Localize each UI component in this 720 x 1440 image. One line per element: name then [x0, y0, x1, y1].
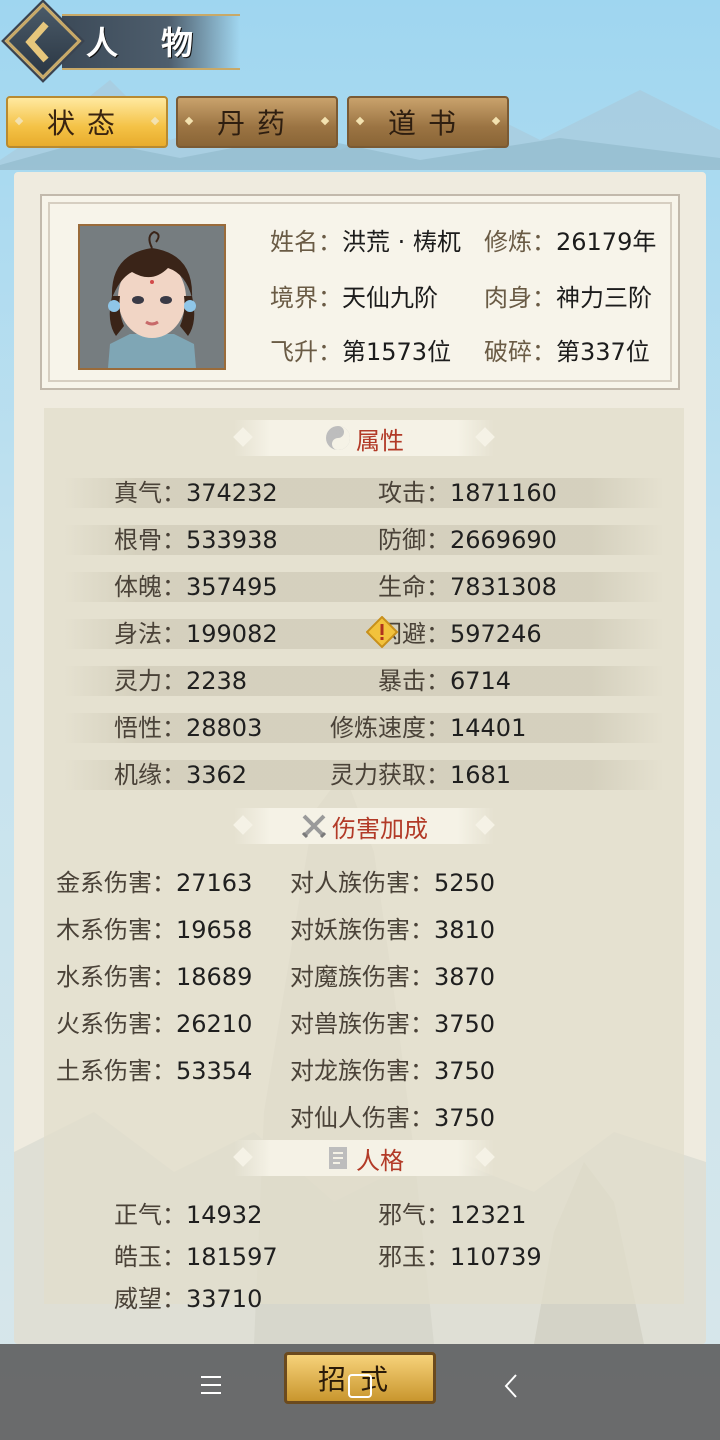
tab-pills[interactable]: 丹药	[176, 96, 338, 148]
profile-card: 姓名：洪荒 · 梼杌 修炼：26179年 境界：天仙九阶 肉身：神力三阶 飞升：…	[40, 194, 680, 390]
name-row: 姓名：洪荒 · 梼杌	[270, 228, 461, 256]
character-portrait	[78, 224, 226, 370]
body-row: 肉身：神力三阶	[484, 284, 652, 312]
realm-row: 境界：天仙九阶	[270, 284, 438, 312]
chevron-left-icon[interactable]	[22, 20, 62, 64]
stat-attributes-l-2: 体魄：357495	[114, 573, 278, 601]
stat-personality-l-0: 正气：14932	[114, 1201, 263, 1229]
crossed-swords-icon	[300, 812, 328, 840]
stat-damage-r-3: 对兽族伤害：3750	[290, 1010, 496, 1038]
stat-attributes-r-0: 攻击：1871160	[378, 479, 557, 507]
stat-attributes-l-0: 真气：374232	[114, 479, 278, 507]
stat-damage-l-4: 土系伤害：53354	[56, 1057, 253, 1085]
stat-damage-l-1: 木系伤害：19658	[56, 916, 253, 944]
section-damage-header: 伤害加成	[233, 808, 495, 844]
section-personality-header: 人格	[233, 1140, 495, 1176]
stat-damage-l-2: 水系伤害：18689	[56, 963, 253, 991]
stat-personality-r-0: 邪气：12321	[378, 1201, 527, 1229]
stat-attributes-r-3: 闪避：597246	[378, 620, 542, 648]
yin-yang-icon	[324, 424, 352, 452]
stat-damage-r-0: 对人族伤害：5250	[290, 869, 496, 897]
back-icon[interactable]	[500, 1372, 524, 1404]
stat-attributes-r-1: 防御：2669690	[378, 526, 557, 554]
stat-personality-r-1: 邪玉：110739	[378, 1243, 542, 1271]
menu-icon[interactable]	[198, 1372, 224, 1402]
square-icon[interactable]	[346, 1372, 374, 1404]
stat-attributes-r-2: 生命：7831308	[378, 573, 557, 601]
section-title: 伤害加成	[332, 814, 428, 843]
section-attributes-header: 属性	[233, 420, 495, 456]
stat-attributes-l-6: 机缘：3362	[114, 761, 248, 789]
tab-status[interactable]: 状态	[6, 96, 168, 148]
tab-label: 状态	[46, 107, 127, 140]
section-title: 人格	[356, 1146, 404, 1175]
stat-attributes-r-5: 修炼速度：14401	[330, 714, 527, 742]
stat-damage-r-2: 对魔族伤害：3870	[290, 963, 496, 991]
tab-scriptures[interactable]: 道书	[347, 96, 509, 148]
scroll-icon	[324, 1144, 352, 1172]
stat-attributes-l-1: 根骨：533938	[114, 526, 278, 554]
stat-damage-r-1: 对妖族伤害：3810	[290, 916, 496, 944]
stat-damage-r-4: 对龙族伤害：3750	[290, 1057, 496, 1085]
cultivation-row: 修炼：26179年	[484, 228, 657, 256]
page-title: 人 物	[86, 24, 210, 62]
ascend-rank-row: 飞升：第1573位	[270, 338, 452, 366]
tab-label: 道书	[387, 107, 468, 140]
status-panel: 姓名：洪荒 · 梼杌 修炼：26179年 境界：天仙九阶 肉身：神力三阶 飞升：…	[14, 172, 706, 1344]
stat-attributes-r-4: 暴击：6714	[378, 667, 512, 695]
stat-attributes-l-4: 灵力：2238	[114, 667, 248, 695]
stat-damage-r-5: 对仙人伤害：3750	[290, 1104, 496, 1132]
section-title: 属性	[356, 426, 404, 455]
stat-attributes-l-5: 悟性：28803	[114, 714, 263, 742]
shatter-rank-row: 破碎：第337位	[484, 338, 650, 366]
tab-label: 丹药	[216, 107, 297, 140]
attribute-area: 属性 真气：374232 攻击：1871160 根骨：533938 防御：266969…	[44, 408, 684, 1313]
stat-damage-l-3: 火系伤害：26210	[56, 1010, 253, 1038]
stat-attributes-r-6: 灵力获取：1681	[330, 761, 512, 789]
stat-personality-l-1: 皓玉：181597	[114, 1243, 278, 1271]
warning-diamond-icon[interactable]	[366, 616, 398, 648]
stat-damage-l-0: 金系伤害：27163	[56, 869, 253, 897]
stat-personality-l-2: 威望：33710	[114, 1285, 263, 1313]
stat-attributes-l-3: 身法：199082	[114, 620, 278, 648]
